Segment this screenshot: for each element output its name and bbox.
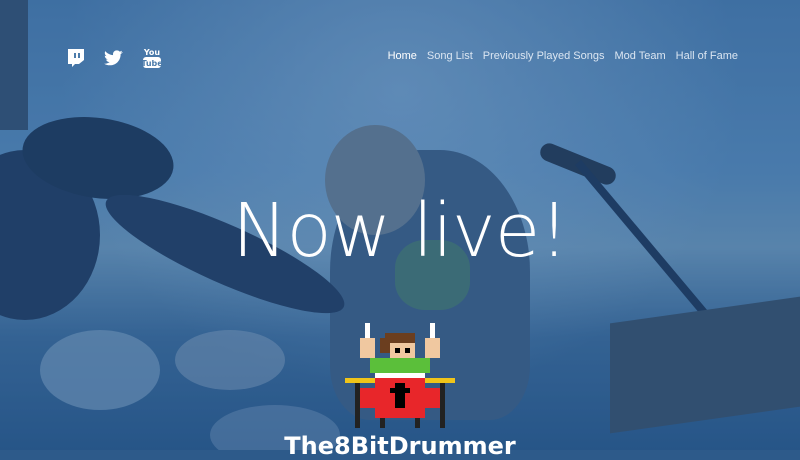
svg-text:You: You [143,48,161,57]
svg-text:Tube: Tube [142,59,162,68]
main-nav: Home Song List Previously Played Songs M… [388,50,738,62]
nav-hall-of-fame[interactable]: Hall of Fame [676,50,738,62]
streamer-name: The8BitDrummer [284,432,516,460]
youtube-icon: You Tube [142,48,162,68]
nav-mod-team[interactable]: Mod Team [614,50,665,62]
social-links: You Tube [64,46,164,70]
nav-home[interactable]: Home [388,50,417,62]
twitter-icon [104,50,123,66]
youtube-link[interactable]: You Tube [140,46,164,70]
nav-previously-played-songs[interactable]: Previously Played Songs [483,50,605,62]
twitch-link[interactable] [64,46,88,70]
nav-song-list[interactable]: Song List [427,50,473,62]
twitter-link[interactable] [102,46,126,70]
twitch-icon [68,49,84,67]
pixel-drummer-icon [345,323,455,428]
live-headline: Now live! [232,188,569,274]
